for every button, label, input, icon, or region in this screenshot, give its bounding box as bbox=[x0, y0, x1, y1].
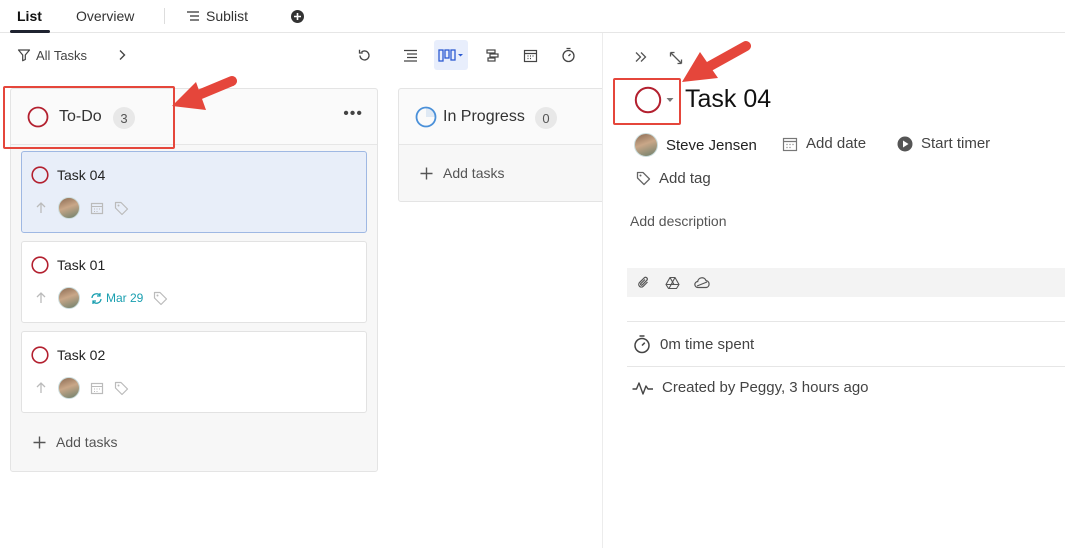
task-title: Task 02 bbox=[57, 347, 106, 363]
in-progress-status-icon bbox=[415, 106, 437, 128]
task-title: Task 04 bbox=[57, 167, 106, 183]
add-tab-icon[interactable] bbox=[290, 9, 305, 24]
tag-icon[interactable] bbox=[114, 201, 129, 216]
plus-icon bbox=[33, 436, 46, 449]
plus-icon bbox=[420, 167, 433, 180]
chevron-down-icon bbox=[666, 97, 674, 103]
due-date-badge[interactable]: Mar 29 bbox=[90, 291, 143, 305]
created-by-label: Created by Peggy, 3 hours ago bbox=[662, 379, 869, 396]
calendar-icon bbox=[782, 136, 798, 152]
time-spent-label: 0m time spent bbox=[660, 335, 755, 353]
task-status-icon[interactable] bbox=[31, 346, 49, 364]
assignee-field[interactable]: Steve Jensen bbox=[634, 133, 757, 157]
add-tag-button[interactable]: Add tag bbox=[636, 170, 711, 187]
column-todo: To-Do 3 ••• Task 04 Task 01 Mar 29 Task … bbox=[10, 88, 378, 472]
due-date-label: Mar 29 bbox=[106, 291, 144, 305]
tag-icon[interactable] bbox=[114, 381, 129, 396]
task-status-dropdown[interactable] bbox=[634, 86, 674, 114]
calendar-icon[interactable] bbox=[90, 381, 104, 395]
time-spent-row: 0m time spent bbox=[632, 334, 754, 354]
task-meta bbox=[34, 197, 129, 219]
add-tasks-button-in-progress[interactable]: Add tasks bbox=[420, 165, 504, 181]
add-tasks-label: Add tasks bbox=[443, 165, 505, 181]
column-in-progress: In Progress 0 Add tasks bbox=[398, 88, 608, 202]
add-tasks-label: Add tasks bbox=[56, 434, 118, 450]
timer-view-icon[interactable] bbox=[554, 40, 582, 70]
tag-icon bbox=[636, 171, 651, 186]
priority-arrow-icon[interactable] bbox=[34, 291, 48, 305]
start-timer-label: Start timer bbox=[921, 135, 991, 152]
task-card-task-02[interactable]: Task 02 bbox=[21, 331, 367, 413]
task-detail-title[interactable]: Task 04 bbox=[685, 85, 771, 114]
collapse-panel-icon[interactable] bbox=[634, 50, 648, 64]
task-title: Task 01 bbox=[57, 257, 106, 273]
column-todo-title: To-Do bbox=[59, 108, 102, 125]
gantt-view-icon[interactable] bbox=[478, 40, 506, 70]
task-status-icon bbox=[634, 86, 662, 114]
tab-list[interactable]: List bbox=[17, 8, 42, 24]
assignee-avatar[interactable] bbox=[58, 197, 80, 219]
add-date-button[interactable]: Add date bbox=[782, 135, 866, 152]
assignee-avatar[interactable] bbox=[58, 287, 80, 309]
play-icon bbox=[897, 136, 913, 152]
task-status-icon[interactable] bbox=[31, 166, 49, 184]
assignee-name: Steve Jensen bbox=[666, 136, 757, 154]
filter-label: All Tasks bbox=[36, 47, 88, 63]
attachment-bar bbox=[627, 268, 1065, 297]
activity-row: Created by Peggy, 3 hours ago bbox=[632, 379, 869, 396]
filter-icon bbox=[17, 48, 31, 62]
column-in-progress-title: In Progress bbox=[443, 108, 525, 125]
tab-overview[interactable]: Overview bbox=[76, 8, 134, 24]
refresh-icon[interactable] bbox=[350, 40, 378, 70]
sublist-icon bbox=[186, 10, 200, 22]
section-divider bbox=[627, 366, 1065, 367]
tab-sublist[interactable]: Sublist bbox=[186, 8, 248, 24]
active-tab-indicator bbox=[10, 30, 50, 33]
breadcrumb-chevron-icon[interactable] bbox=[108, 40, 136, 70]
cloud-icon[interactable] bbox=[694, 276, 710, 289]
task-status-icon[interactable] bbox=[31, 256, 49, 274]
board-view-icon[interactable] bbox=[434, 40, 468, 70]
google-drive-icon[interactable] bbox=[665, 276, 680, 290]
view-tabs: List Overview Sublist bbox=[0, 0, 1065, 33]
tag-icon[interactable] bbox=[153, 291, 168, 306]
task-card-task-01[interactable]: Task 01 Mar 29 bbox=[21, 241, 367, 323]
list-view-icon[interactable] bbox=[396, 40, 424, 70]
assignee-avatar bbox=[634, 133, 658, 157]
start-timer-button[interactable]: Start timer bbox=[897, 135, 990, 152]
todo-status-icon bbox=[27, 106, 49, 128]
task-meta: Mar 29 bbox=[34, 287, 168, 309]
calendar-icon[interactable] bbox=[90, 201, 104, 215]
column-in-progress-header: In Progress 0 bbox=[399, 89, 607, 145]
add-tag-label: Add tag bbox=[659, 170, 711, 187]
paperclip-icon[interactable] bbox=[637, 275, 651, 290]
more-options-icon[interactable]: ••• bbox=[343, 105, 363, 123]
assignee-avatar[interactable] bbox=[58, 377, 80, 399]
priority-arrow-icon[interactable] bbox=[34, 201, 48, 215]
board-toolbar: All Tasks bbox=[0, 40, 600, 74]
add-date-label: Add date bbox=[806, 135, 867, 152]
task-card-task-04[interactable]: Task 04 bbox=[21, 151, 367, 233]
filter-button[interactable]: All Tasks bbox=[17, 40, 87, 70]
add-tasks-button-todo[interactable]: Add tasks bbox=[33, 434, 117, 450]
column-todo-count: 3 bbox=[113, 107, 135, 129]
section-divider bbox=[627, 321, 1065, 322]
tab-divider bbox=[164, 8, 165, 24]
expand-panel-icon[interactable] bbox=[669, 51, 683, 65]
column-todo-header: To-Do 3 ••• bbox=[11, 89, 377, 145]
add-description-field[interactable]: Add description bbox=[630, 213, 727, 229]
calendar-view-icon[interactable] bbox=[516, 40, 544, 70]
column-in-progress-count: 0 bbox=[535, 107, 557, 129]
tab-sublist-label: Sublist bbox=[206, 8, 249, 24]
recurring-icon bbox=[90, 292, 103, 305]
activity-pulse-icon bbox=[632, 380, 654, 396]
task-meta bbox=[34, 377, 129, 399]
priority-arrow-icon[interactable] bbox=[34, 381, 48, 395]
stopwatch-icon bbox=[632, 334, 652, 354]
